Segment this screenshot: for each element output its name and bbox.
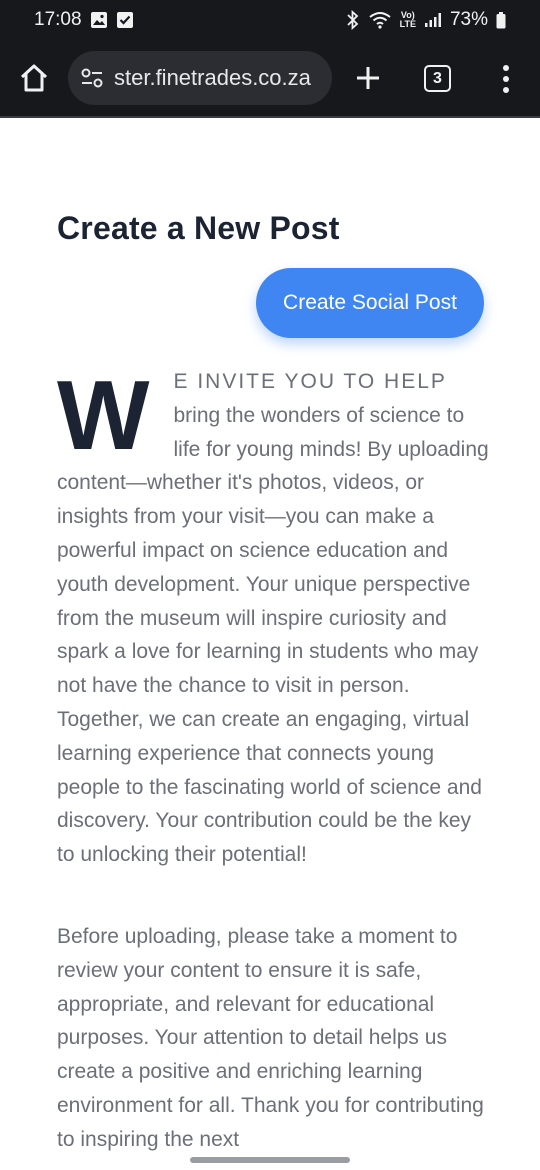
wifi-icon [368,11,392,29]
drop-cap: W [57,360,150,470]
status-left: 17:08 [34,9,134,31]
bluetooth-icon [346,10,360,30]
review-paragraph: Before uploading, please take a moment t… [57,925,484,1151]
signal-icon [424,12,442,28]
menu-dot [503,76,509,82]
intro-paragraph: W E INVITE YOU TO HELP bring the wonders… [57,365,493,872]
new-tab-button[interactable] [352,62,384,94]
gesture-handle[interactable] [190,1157,350,1163]
address-bar[interactable]: ster.finetrades.co.za [68,51,332,105]
menu-dot [503,65,509,71]
checkbox-notification-icon [116,11,134,29]
intro-lead: E INVITE YOU TO HELP [173,370,447,393]
page-title: Create a New Post [57,210,340,246]
intro-body: bring the wonders of science to life for… [57,403,489,867]
home-icon [20,64,48,92]
home-button[interactable] [18,62,50,94]
plus-icon [357,67,379,89]
tune-icon[interactable] [80,67,104,89]
volte-icon: Vo) LTE [400,11,416,29]
battery-icon [496,11,506,29]
tab-count: 3 [433,69,442,87]
create-social-post-button[interactable]: Create Social Post [256,268,484,338]
status-right: Vo) LTE 73% [346,9,506,31]
status-time: 17:08 [34,9,82,30]
browser-toolbar: ster.finetrades.co.za 3 [0,40,540,118]
more-vert-icon[interactable] [496,62,516,96]
volte-label-bottom: LTE [399,19,416,29]
battery-percent: 73% [449,9,488,30]
tab-switcher-button[interactable]: 3 [424,65,451,92]
url-text[interactable]: ster.finetrades.co.za [114,65,311,91]
status-bar: 17:08 Vo) LTE 73% [0,0,540,40]
menu-dot [503,87,509,93]
gallery-notification-icon [90,11,108,29]
